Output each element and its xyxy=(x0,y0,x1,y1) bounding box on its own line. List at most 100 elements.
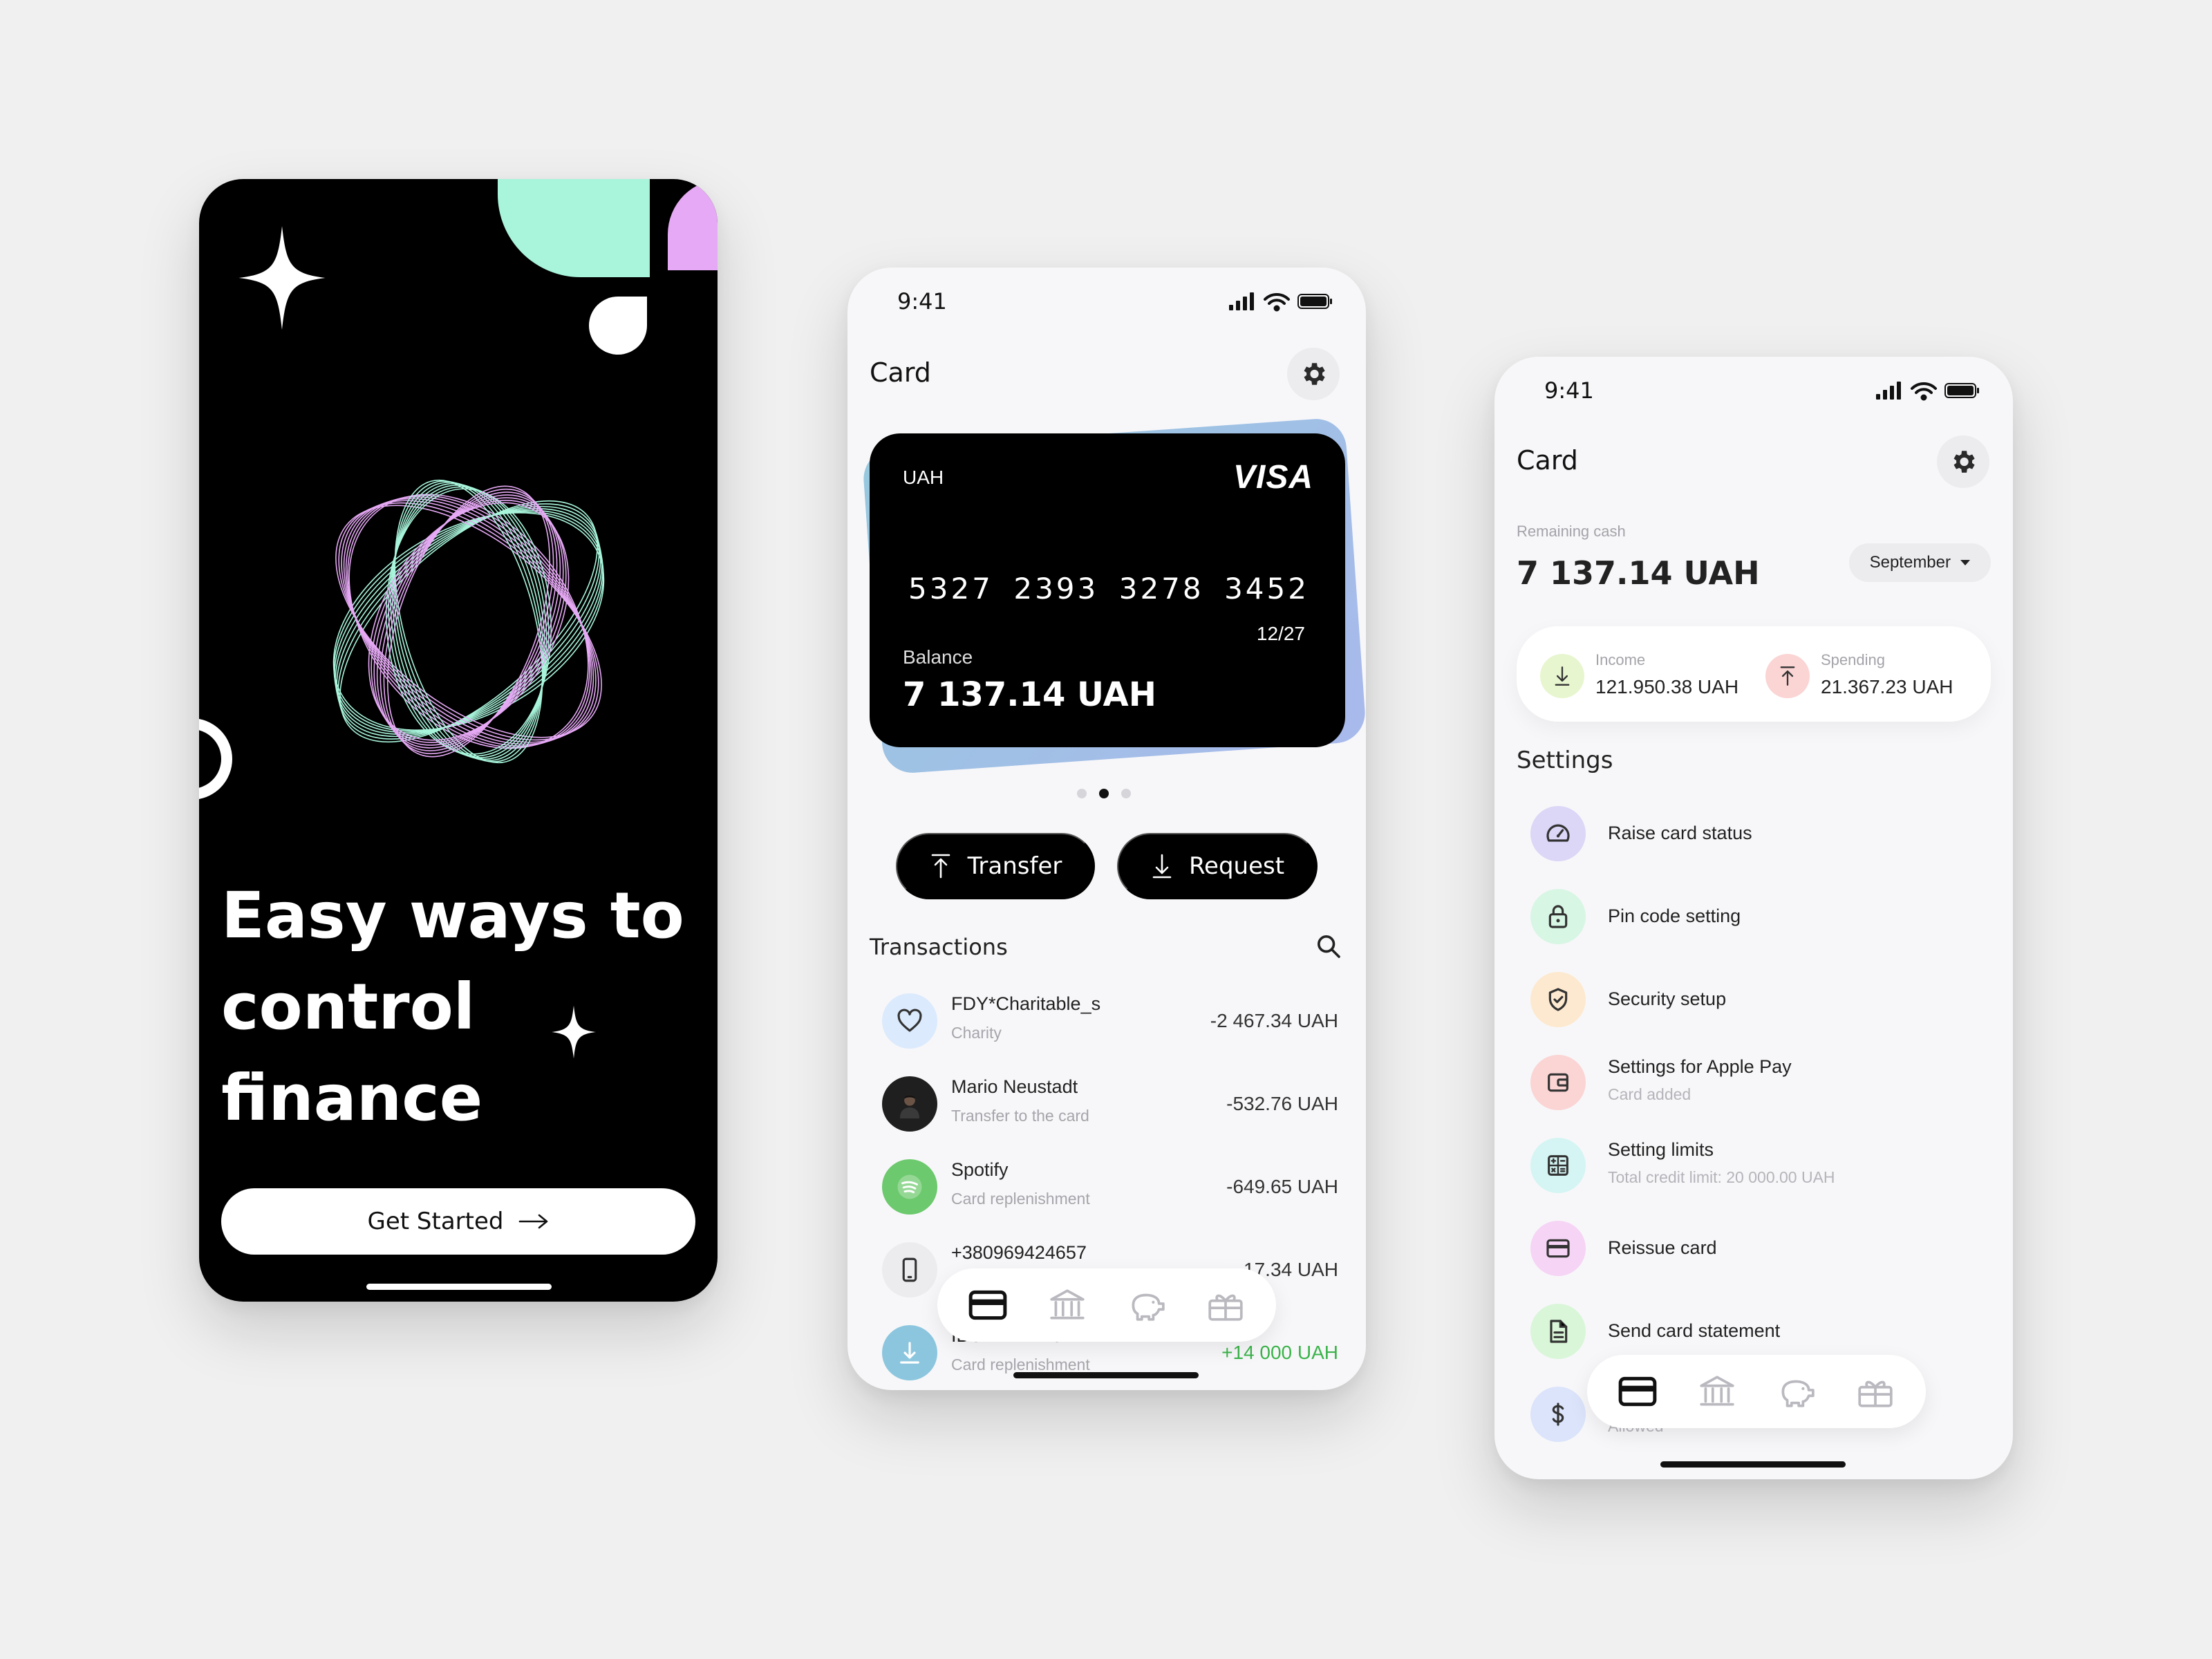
visa-logo: VISA xyxy=(1232,459,1313,496)
upload-arrow-icon xyxy=(931,854,950,879)
headline-line-1: Easy ways to xyxy=(221,879,684,953)
gift-icon[interactable] xyxy=(1855,1374,1895,1409)
transaction-row[interactable]: Spotify Card replenishment -649.65 UAH xyxy=(882,1159,1338,1242)
setting-label: Reissue card xyxy=(1608,1237,1717,1258)
calculator-icon xyxy=(1548,1155,1568,1176)
card-number-group: 3278 xyxy=(1118,572,1204,606)
page-title: Card xyxy=(870,357,931,388)
caret-down-icon xyxy=(1960,560,1970,565)
avatar-photo xyxy=(900,1094,919,1118)
transaction-row[interactable]: FDY*Charitable_s Charity -2 467.34 UAH xyxy=(882,993,1338,1076)
onboarding-screen: Easy ways to control finance Get Started xyxy=(199,179,718,1302)
card-number-group: 2393 xyxy=(1013,572,1099,606)
remaining-cash-value: 7 137.14 UAH xyxy=(1517,554,1760,592)
lilac-shape xyxy=(668,179,718,270)
income-value: 121.950.38 UAH xyxy=(1595,676,1739,697)
setting-icon-badge xyxy=(1530,1138,1586,1193)
setting-pin-code[interactable]: Pin code setting xyxy=(1530,889,1987,972)
setting-raise-card-status[interactable]: Raise card status xyxy=(1530,806,1987,889)
orbit-ring xyxy=(394,480,543,762)
spending-label: Spending xyxy=(1821,651,1885,668)
card-number-group: 3452 xyxy=(1224,572,1309,606)
orbit-ring xyxy=(391,482,546,760)
avatar xyxy=(882,1076,937,1132)
status-bar: 9:41 xyxy=(1494,377,2013,405)
setting-label: Send card statement xyxy=(1608,1320,1781,1341)
card-icon[interactable] xyxy=(968,1287,1008,1323)
sparkle-icon xyxy=(238,226,326,330)
transaction-row[interactable]: Mario Neustadt Transfer to the card -532… xyxy=(882,1076,1338,1159)
setting-security[interactable]: Security setup xyxy=(1530,972,1987,1055)
setting-label: Pin code setting xyxy=(1608,906,1741,926)
battery-icon xyxy=(1297,294,1332,309)
gear-icon xyxy=(1953,451,1975,473)
spending-value: 21.367.23 UAH xyxy=(1821,676,1953,697)
pager-dot[interactable] xyxy=(1121,789,1131,798)
transaction-name: +380969424657 xyxy=(951,1242,1087,1263)
upload-arrow-icon xyxy=(1780,666,1795,686)
wifi-icon xyxy=(1911,382,1937,401)
transaction-icon xyxy=(882,1242,937,1297)
download-icon xyxy=(900,1342,919,1364)
transaction-sub: Card replenishment xyxy=(951,1356,1090,1374)
mint-shape xyxy=(498,179,650,277)
home-indicator xyxy=(1013,1372,1199,1378)
get-started-label: Get Started xyxy=(367,1208,504,1235)
bank-card[interactable]: UAH VISA 5327 2393 3278 3452 12/27 Balan… xyxy=(870,433,1345,747)
transaction-sub: Charity xyxy=(951,1024,1002,1042)
request-button[interactable]: Request xyxy=(1117,833,1318,899)
transaction-name: Spotify xyxy=(951,1159,1009,1180)
settings-title: Settings xyxy=(1517,747,1613,774)
card-number: 5327 2393 3278 3452 xyxy=(908,572,1309,606)
setting-icon-badge xyxy=(1530,1304,1586,1359)
search-icon[interactable] xyxy=(1315,932,1342,960)
speedometer-icon xyxy=(1546,824,1570,842)
piggy-bank-icon[interactable] xyxy=(1126,1287,1166,1323)
get-started-button[interactable]: Get Started xyxy=(221,1188,695,1255)
transaction-icon xyxy=(882,1325,937,1380)
transaction-icon xyxy=(882,993,937,1049)
tab-bar xyxy=(1587,1355,1926,1428)
headline-line-3: finance xyxy=(221,1061,483,1135)
income-icon-badge xyxy=(1540,654,1584,698)
download-arrow-icon xyxy=(1152,854,1172,879)
transaction-sub: Card replenishment xyxy=(951,1190,1090,1208)
card-settings-screen: 9:41 Card Remaining cash 7 137.14 UAH Se… xyxy=(1494,357,2013,1479)
settings-button[interactable] xyxy=(1287,348,1340,400)
month-dropdown[interactable]: September xyxy=(1848,543,1991,582)
settings-button[interactable] xyxy=(1937,435,1989,488)
status-icons xyxy=(1229,292,1332,312)
transaction-amount: -2 467.34 UAH xyxy=(1210,1010,1338,1031)
orbit-ring xyxy=(333,511,604,732)
battery-icon xyxy=(1944,383,1979,398)
transfer-button[interactable]: Transfer xyxy=(896,833,1095,899)
card-icon[interactable] xyxy=(1618,1374,1658,1409)
card-icon xyxy=(1546,1239,1570,1258)
setting-limits[interactable]: Setting limits Total credit limit: 20 00… xyxy=(1530,1138,1987,1221)
piggy-bank-icon[interactable] xyxy=(1776,1374,1816,1409)
setting-apple-pay[interactable]: Settings for Apple Pay Card added xyxy=(1530,1055,1987,1138)
remaining-cash-label: Remaining cash xyxy=(1517,523,1626,540)
setting-label: Settings for Apple Pay xyxy=(1608,1056,1792,1077)
shield-icon xyxy=(1548,988,1568,1011)
headline: Easy ways to control finance xyxy=(221,870,691,1144)
pager-dot[interactable] xyxy=(1077,789,1087,798)
signal-icon xyxy=(1876,382,1901,400)
gift-icon[interactable] xyxy=(1206,1287,1246,1323)
bank-icon[interactable] xyxy=(1047,1287,1087,1323)
transaction-name: Mario Neustadt xyxy=(951,1076,1078,1097)
setting-icon-badge xyxy=(1530,972,1586,1027)
transaction-amount: +14 000 UAH xyxy=(1221,1342,1338,1363)
ring-shape xyxy=(199,718,232,800)
income-label: Income xyxy=(1595,651,1646,668)
spotify-icon xyxy=(897,1174,922,1199)
card-number-group: 5327 xyxy=(908,572,993,606)
transaction-name: FDY*Charitable_s xyxy=(951,993,1101,1014)
setting-reissue-card[interactable]: Reissue card xyxy=(1530,1221,1987,1304)
heart-icon xyxy=(897,1009,922,1032)
pager-dot-active[interactable] xyxy=(1099,789,1109,798)
white-drop-shape xyxy=(589,297,647,355)
card-pager[interactable] xyxy=(1077,789,1131,798)
setting-sub: Total credit limit: 20 000.00 UAH xyxy=(1608,1168,1835,1186)
bank-icon[interactable] xyxy=(1697,1374,1737,1409)
